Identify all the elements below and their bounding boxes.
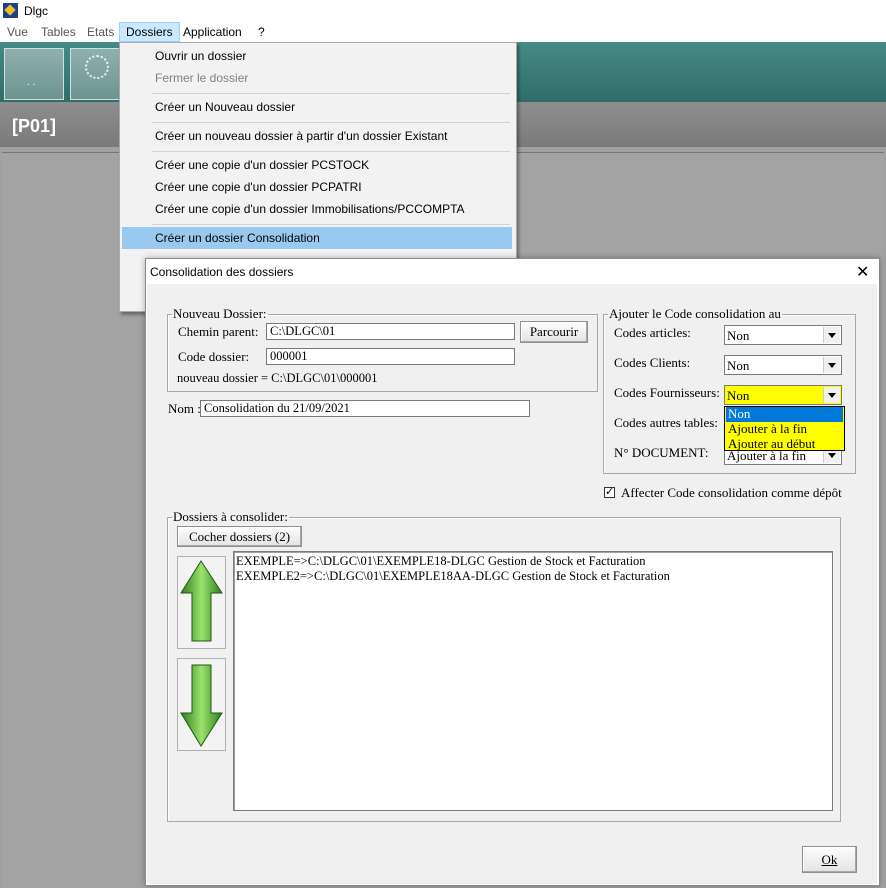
- affecter-label: Affecter Code consolidation comme dépôt: [621, 485, 842, 500]
- select-value: Non: [727, 328, 750, 343]
- app-icon: [3, 3, 18, 18]
- list-item[interactable]: EXEMPLE=>C:\DLGC\01\EXEMPLE18-DLGC Gesti…: [236, 554, 646, 569]
- affecter-checkbox[interactable]: ✓: [604, 487, 615, 498]
- menu-item-consolidation[interactable]: Créer un dossier Consolidation: [122, 227, 512, 249]
- menu-etats[interactable]: Etats: [87, 25, 114, 39]
- menu-item-label: Créer un nouveau dossier à partir d'un d…: [155, 129, 448, 143]
- menu-item-label: Créer une copie d'un dossier PCPATRI: [155, 180, 362, 194]
- ok-button[interactable]: Ok: [802, 846, 857, 873]
- dossiers-consolider-legend: Dossiers à consolider:: [173, 509, 288, 524]
- parcourir-button[interactable]: Parcourir: [520, 321, 588, 343]
- codes-clients-select[interactable]: Non: [724, 355, 842, 375]
- codes-fournisseurs-select[interactable]: Non: [724, 385, 842, 405]
- tab-p01[interactable]: [P01]: [12, 116, 56, 137]
- menu-item-copie-pccompta[interactable]: Créer une copie d'un dossier Immobilisat…: [122, 198, 512, 220]
- nom-input[interactable]: Consolidation du 21/09/2021: [200, 400, 530, 417]
- menu-item-copie-pcstock[interactable]: Créer une copie d'un dossier PCSTOCK: [122, 154, 512, 176]
- menu-separator: [152, 93, 510, 94]
- move-down-button[interactable]: [177, 658, 226, 751]
- arrow-up-icon: [180, 560, 223, 642]
- arrow-down-icon: [180, 664, 223, 747]
- menu-item-label: Fermer le dossier: [155, 71, 249, 85]
- option-ajouter-debut[interactable]: Ajouter au début: [726, 437, 843, 452]
- menu-tables[interactable]: Tables: [41, 25, 76, 39]
- codes-articles-select[interactable]: Non: [724, 325, 842, 345]
- menu-item-label: Ouvrir un dossier: [155, 49, 247, 63]
- chemin-parent-input[interactable]: C:\DLGC\01: [266, 323, 515, 340]
- menu-item-ouvrir[interactable]: Ouvrir un dossier: [122, 45, 512, 67]
- menu-dossiers[interactable]: Dossiers: [119, 22, 180, 42]
- n-document-label: N° DOCUMENT:: [614, 445, 709, 460]
- codes-articles-label: Codes articles:: [614, 325, 691, 340]
- menu-application[interactable]: Application: [183, 25, 242, 39]
- nom-label: Nom :: [168, 401, 201, 416]
- select-value: Non: [727, 388, 750, 403]
- chevron-down-icon[interactable]: [823, 327, 840, 343]
- fournisseurs-dropdown-list: Non Ajouter à la fin Ajouter au début: [724, 406, 845, 451]
- move-up-button[interactable]: [177, 556, 226, 649]
- codes-fournisseurs-label: Codes Fournisseurs:: [614, 385, 720, 400]
- menu-separator: [152, 151, 510, 152]
- menu-bar: Vue Tables Etats Dossiers Application ?: [0, 22, 886, 42]
- chevron-down-icon[interactable]: [823, 357, 840, 373]
- code-consolidation-legend: Ajouter le Code consolidation au: [609, 306, 781, 321]
- menu-item-nouveau[interactable]: Créer un Nouveau dossier: [122, 96, 512, 118]
- option-non[interactable]: Non: [726, 407, 843, 422]
- codes-autres-label: Codes autres tables:: [614, 415, 718, 430]
- menu-item-label: Créer une copie d'un dossier PCSTOCK: [155, 158, 370, 172]
- menu-help[interactable]: ?: [258, 25, 265, 39]
- menu-item-label: Créer un Nouveau dossier: [155, 100, 296, 114]
- toolbar-button-1[interactable]: . .: [4, 48, 64, 100]
- menu-separator: [152, 224, 510, 225]
- menu-item-existant[interactable]: Créer un nouveau dossier à partir d'un d…: [122, 125, 512, 147]
- code-dossier-label: Code dossier:: [178, 349, 250, 364]
- menu-vue[interactable]: Vue: [7, 25, 28, 39]
- select-value: Non: [727, 358, 750, 373]
- menu-separator: [152, 122, 510, 123]
- chevron-down-icon[interactable]: [823, 387, 840, 403]
- list-item[interactable]: EXEMPLE2=>C:\DLGC\01\EXEMPLE18AA-DLGC Ge…: [236, 569, 670, 584]
- chemin-parent-label: Chemin parent:: [178, 324, 259, 339]
- nouveau-dossier-legend: Nouveau Dossier:: [173, 306, 267, 321]
- code-dossier-input[interactable]: 000001: [266, 348, 515, 365]
- refresh-icon: [85, 55, 109, 79]
- nouveau-dossier-result: nouveau dossier = C:\DLGC\01\000001: [177, 371, 378, 385]
- menu-item-label: Créer un dossier Consolidation: [155, 231, 320, 245]
- title-bar: Dlgc: [0, 0, 886, 22]
- dialog-title: Consolidation des dossiers: [150, 265, 294, 279]
- menu-item-label: Créer une copie d'un dossier Immobilisat…: [155, 202, 465, 216]
- menu-item-fermer: Fermer le dossier: [122, 67, 512, 89]
- cocher-dossiers-button[interactable]: Cocher dossiers (2): [177, 526, 302, 547]
- menu-item-copie-pcpatri[interactable]: Créer une copie d'un dossier PCPATRI: [122, 176, 512, 198]
- dossiers-list[interactable]: EXEMPLE=>C:\DLGC\01\EXEMPLE18-DLGC Gesti…: [233, 551, 833, 811]
- dots-icon: . .: [27, 77, 36, 88]
- close-icon[interactable]: ✕: [856, 262, 869, 282]
- app-title: Dlgc: [24, 4, 49, 18]
- codes-clients-label: Codes Clients:: [614, 355, 691, 370]
- option-ajouter-fin[interactable]: Ajouter à la fin: [726, 422, 843, 437]
